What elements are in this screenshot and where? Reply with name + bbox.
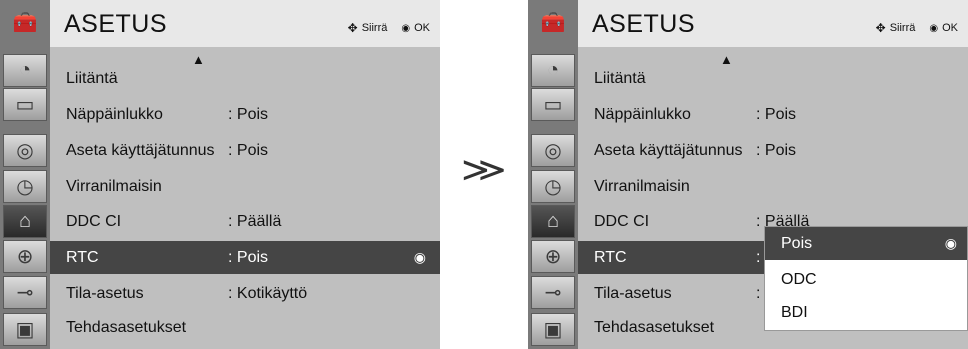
dropdown-option-pois[interactable]: Pois ◉ xyxy=(765,227,967,260)
move-arrows-icon: ✥ xyxy=(875,21,886,35)
nav-hint: ✥ Siirrä ◉ OK xyxy=(348,21,430,35)
toolbox-icon[interactable]: ⌂ xyxy=(3,205,47,238)
menu-item-kayttajatunnus[interactable]: Aseta käyttäjätunnus : Pois xyxy=(578,134,968,167)
plug-icon[interactable]: ⊸ xyxy=(531,276,575,309)
antenna-icon[interactable]: ◔ xyxy=(3,54,47,87)
photo-icon[interactable]: ▣ xyxy=(3,313,47,346)
menu-item-ddc-ci[interactable]: DDC CI : Päällä xyxy=(50,205,440,238)
setup-menu-left: 🧰 ◔ ▭ ◎ ◷ ⌂ ⊕ ⊸ ▣ ASETUS ✥ Siirrä ◉ OK ▲… xyxy=(0,0,440,349)
move-arrows-icon: ✥ xyxy=(347,21,358,35)
category-icon-column: 🧰 ◔ ▭ ◎ ◷ ⌂ ⊕ ⊸ ▣ xyxy=(0,0,50,349)
menu-item-virranilmaisin[interactable]: Virranilmaisin xyxy=(578,170,968,203)
menu-header: ASETUS ✥ Siirrä ◉ OK xyxy=(578,0,968,47)
lock-icon[interactable]: ⊕ xyxy=(531,240,575,273)
menu-title: ASETUS xyxy=(64,10,168,38)
speaker-icon[interactable]: ◎ xyxy=(3,134,47,167)
hint-ok-label: OK xyxy=(942,22,958,34)
toolbox-icon: 🧰 xyxy=(540,11,566,34)
menu-item-kayttajatunnus[interactable]: Aseta käyttäjätunnus : Pois xyxy=(50,134,440,167)
dropdown-option-bdi[interactable]: BDI xyxy=(765,296,967,329)
dropdown-option-odc[interactable]: ODC xyxy=(765,263,967,296)
monitor-icon[interactable]: ▭ xyxy=(531,88,575,121)
menu-item-tehdasasetukset[interactable]: Tehdasasetukset xyxy=(50,311,440,344)
clock-icon[interactable]: ◷ xyxy=(531,170,575,203)
nav-hint: ✥ Siirrä ◉ OK xyxy=(876,21,958,35)
hint-ok-label: OK xyxy=(414,22,430,34)
menu-item-rtc[interactable]: RTC : Pois ◉ xyxy=(50,241,440,274)
ok-button-icon: ◉ xyxy=(401,22,411,34)
then-arrow-icon: ≫ xyxy=(460,150,507,190)
speaker-icon[interactable]: ◎ xyxy=(531,134,575,167)
menu-body: ASETUS ✥ Siirrä ◉ OK ▲ Liitäntä Näppäinl… xyxy=(50,0,440,349)
rtc-options-dropdown: Pois ◉ ODC BDI xyxy=(764,226,968,331)
antenna-icon[interactable]: ◔ xyxy=(531,54,575,87)
toolbox-icon[interactable]: ⌂ xyxy=(531,205,575,238)
toolbox-icon: 🧰 xyxy=(12,11,38,34)
lock-icon[interactable]: ⊕ xyxy=(3,240,47,273)
hint-move-label: Siirrä xyxy=(889,22,916,34)
menu-item-tila-asetus[interactable]: Tila-asetus : Kotikäyttö xyxy=(50,277,440,310)
ok-radio-icon: ◉ xyxy=(944,235,957,251)
monitor-icon[interactable]: ▭ xyxy=(3,88,47,121)
ok-radio-icon: ◉ xyxy=(413,249,426,265)
category-icon-column: 🧰 ◔ ▭ ◎ ◷ ⌂ ⊕ ⊸ ▣ xyxy=(528,0,578,349)
menu-item-liitanta[interactable]: Liitäntä xyxy=(578,62,968,95)
ok-button-icon: ◉ xyxy=(929,22,939,34)
menu-item-virranilmaisin[interactable]: Virranilmaisin xyxy=(50,170,440,203)
menu-item-nappainlukko[interactable]: Näppäinlukko : Pois xyxy=(50,98,440,131)
photo-icon[interactable]: ▣ xyxy=(531,313,575,346)
hint-move-label: Siirrä xyxy=(361,22,388,34)
menu-item-nappainlukko[interactable]: Näppäinlukko : Pois xyxy=(578,98,968,131)
menu-title: ASETUS xyxy=(592,10,696,38)
plug-icon[interactable]: ⊸ xyxy=(3,276,47,309)
menu-item-liitanta[interactable]: Liitäntä xyxy=(50,62,440,95)
clock-icon[interactable]: ◷ xyxy=(3,170,47,203)
menu-header: ASETUS ✥ Siirrä ◉ OK xyxy=(50,0,440,47)
